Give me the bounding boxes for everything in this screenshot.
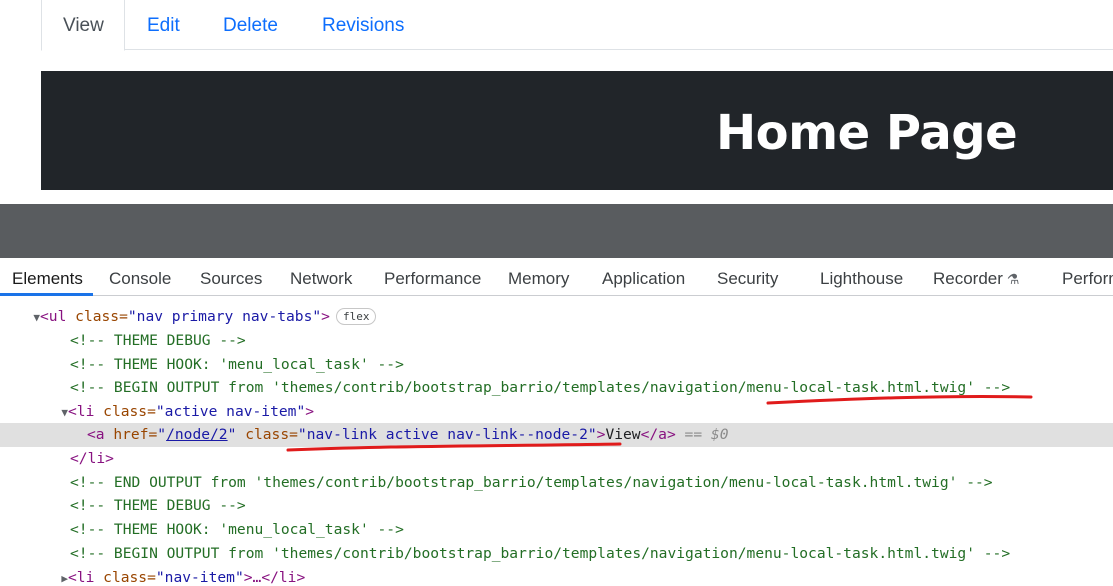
dom-comment[interactable]: <!-- THEME DEBUG --> — [0, 494, 1113, 518]
comment-text: <!-- THEME HOOK: 'menu_local_task' --> — [70, 521, 404, 538]
devtools-tab-performance[interactable]: Performance — [384, 258, 481, 296]
href-link[interactable]: /node/2 — [166, 426, 228, 443]
collapse-triangle-icon[interactable]: ▼ — [0, 306, 40, 330]
attr-name: class= — [236, 426, 298, 443]
comment-text: <!-- THEME HOOK: 'menu_local_task' --> — [70, 356, 404, 373]
flex-badge[interactable]: flex — [335, 308, 377, 325]
tag-open: <li — [68, 569, 104, 586]
comment-text: <!-- THEME DEBUG --> — [70, 332, 246, 349]
attr-value: "nav primary nav-tabs" — [127, 308, 322, 325]
devtools-tab-security[interactable]: Security — [717, 258, 778, 296]
dom-close-li[interactable]: </li> — [0, 447, 1113, 471]
dom-comment[interactable]: <!-- BEGIN OUTPUT from 'themes/contrib/b… — [0, 376, 1113, 400]
devtools-tabbar: Elements Console Sources Network Perform… — [0, 258, 1113, 296]
devtools-tab-elements[interactable]: Elements — [12, 258, 83, 296]
attr-value: "nav-item" — [155, 569, 244, 586]
tag-open: <li — [68, 403, 104, 420]
dom-comment[interactable]: <!-- THEME HOOK: 'menu_local_task' --> — [0, 518, 1113, 542]
comment-text: <!-- BEGIN OUTPUT from 'themes/contrib/b… — [70, 545, 1011, 562]
tab-revisions[interactable]: Revisions — [301, 0, 425, 51]
tab-edit[interactable]: Edit — [126, 0, 201, 51]
tag-close: >…</li> — [243, 569, 306, 586]
comment-text: <!-- END OUTPUT from 'themes/contrib/boo… — [70, 474, 993, 491]
devtools-tab-sources[interactable]: Sources — [200, 258, 262, 296]
attr-name: class= — [75, 308, 128, 325]
comment-text: <!-- THEME DEBUG --> — [70, 497, 246, 514]
dom-node-a-selected[interactable]: <a href="/node/2" class="nav-link active… — [0, 423, 1113, 447]
tag-open: <a — [87, 426, 114, 443]
attr-name: href= — [113, 426, 158, 443]
comment-text: <!-- BEGIN OUTPUT from 'themes/contrib/b… — [70, 379, 1011, 396]
tag-open: <ul — [40, 308, 76, 325]
dom-comment[interactable]: <!-- THEME DEBUG --> — [0, 329, 1113, 353]
dom-comment[interactable]: <!-- END OUTPUT from 'themes/contrib/boo… — [0, 471, 1113, 495]
devtools-top-strip — [0, 204, 1113, 258]
hero-banner: Home Page — [41, 71, 1113, 190]
tag-end: </a> — [640, 426, 676, 443]
tag-close: > — [305, 403, 315, 420]
tab-view[interactable]: View — [41, 0, 125, 51]
tab-delete[interactable]: Delete — [202, 0, 299, 51]
devtools-tab-performance-insights[interactable]: Perform — [1062, 258, 1113, 296]
tag-end: </li> — [70, 450, 114, 467]
expand-triangle-icon[interactable]: ▶ — [0, 567, 68, 586]
quote: " — [157, 426, 167, 443]
devtools-tab-lighthouse[interactable]: Lighthouse — [820, 258, 903, 296]
devtools-tab-memory[interactable]: Memory — [508, 258, 569, 296]
devtools-tab-network[interactable]: Network — [290, 258, 352, 296]
collapse-triangle-icon[interactable]: ▼ — [0, 401, 68, 425]
attr-name: class= — [103, 569, 156, 586]
page-title: Home Page — [716, 105, 1018, 161]
devtools-tab-recorder[interactable]: Recorder ⚗ — [933, 258, 1019, 296]
tag-close: > — [321, 308, 330, 325]
devtools-tab-application[interactable]: Application — [602, 258, 685, 296]
attr-value: "nav-link active nav-link--node-2" — [297, 426, 597, 443]
recorder-label: Recorder — [933, 269, 1003, 288]
dom-node-li-active[interactable]: ▼<li class="active nav-item"> — [0, 400, 1113, 424]
attr-name: class= — [103, 403, 156, 420]
dom-node-li-collapsed[interactable]: ▶<li class="nav-item">…</li> — [0, 566, 1113, 586]
devtools-tab-console[interactable]: Console — [109, 258, 171, 296]
node-text: View — [605, 426, 641, 443]
dom-comment[interactable]: <!-- BEGIN OUTPUT from 'themes/contrib/b… — [0, 542, 1113, 566]
dom-node-ul[interactable]: ▼<ul class="nav primary nav-tabs"> flex — [0, 305, 1113, 329]
console-ref-hint: == $0 — [675, 426, 729, 443]
attr-value: "active nav-item" — [155, 403, 306, 420]
elements-dom-tree: ▼<ul class="nav primary nav-tabs"> flex <… — [0, 296, 1113, 586]
drupal-page: View Edit Delete Revisions Home Page — [0, 0, 1113, 204]
flask-icon: ⚗ — [1006, 271, 1020, 287]
local-tasks-tabs: View Edit Delete Revisions — [41, 0, 1113, 51]
dom-comment[interactable]: <!-- THEME HOOK: 'menu_local_task' --> — [0, 353, 1113, 377]
